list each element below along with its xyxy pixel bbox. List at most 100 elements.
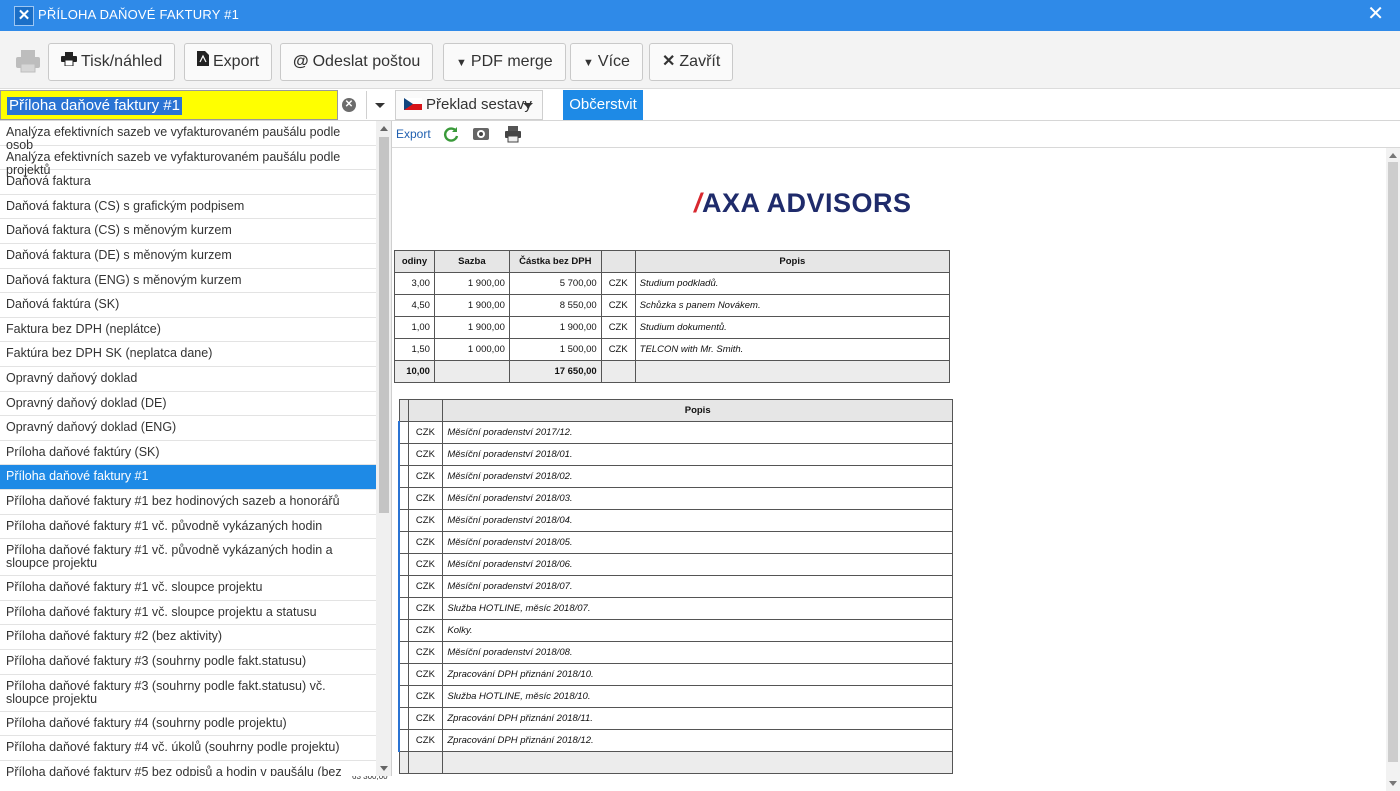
report-list-item[interactable]: Opravný daňový doklad (DE) — [0, 392, 376, 417]
table-cell: 1 900,00 — [433, 272, 510, 295]
refresh-icon[interactable] — [442, 125, 460, 143]
close-icon: ✕ — [662, 53, 676, 70]
caret-down-icon: ▼ — [583, 57, 594, 69]
report-list-item[interactable]: Daňová faktúra (SK) — [0, 293, 376, 318]
report-export-link[interactable]: Export — [396, 127, 431, 141]
description-cell: Měsíční poradenství 2018/02. — [442, 465, 953, 488]
currency-cell: CZK — [407, 663, 444, 686]
row-marker — [398, 443, 409, 466]
column-header: odiny — [394, 250, 435, 273]
table-cell: Studium podkladů. — [634, 272, 951, 295]
total-cell: 17 650,00 — [508, 360, 602, 383]
report-list-item[interactable]: Příloha daňové faktury #1 vč. sloupce pr… — [0, 576, 376, 601]
table-row: CZK Měsíční poradenství 2018/06. — [398, 553, 953, 576]
description-cell: Měsíční poradenství 2018/05. — [442, 531, 953, 554]
printer-disabled-icon — [16, 50, 40, 73]
report-list-item[interactable]: Daňová faktura — [0, 170, 376, 195]
report-list-item[interactable]: Příloha daňové faktury #2 (bez aktivity) — [0, 625, 376, 650]
logo-slash: / — [694, 188, 703, 218]
report-list-item[interactable]: Příloha daňové faktury #1 bez hodinových… — [0, 490, 376, 515]
logo-text: AXA ADVISORS — [702, 188, 912, 218]
report-list-item[interactable]: Příloha daňové faktury #3 (souhrny podle… — [0, 650, 376, 675]
report-list-item[interactable]: Opravný daňový doklad — [0, 367, 376, 392]
report-list-item[interactable]: Příloha daňové faktury #5 bez odpisů a h… — [0, 761, 376, 776]
currency-cell: CZK — [407, 597, 444, 620]
report-list-item[interactable]: Příloha daňové faktury #1 — [0, 465, 376, 490]
table-cell: 1 900,00 — [433, 316, 510, 339]
report-list-item[interactable]: Faktura bez DPH (neplátce) — [0, 318, 376, 343]
pdf-merge-button[interactable]: ▼ PDF merge — [443, 43, 566, 81]
currency-cell: CZK — [407, 575, 444, 598]
total-cell — [442, 751, 953, 774]
currency-cell: CZK — [407, 465, 444, 488]
report-list-item[interactable]: Opravný daňový doklad (ENG) — [0, 416, 376, 441]
scrollbar-thumb[interactable] — [379, 137, 389, 513]
table-row: CZK Měsíční poradenství 2018/07. — [398, 575, 953, 598]
report-list-item[interactable]: Faktúra bez DPH SK (neplatca dane) — [0, 342, 376, 367]
window-title: PŘÍLOHA DAŇOVÉ FAKTURY #1 — [38, 7, 240, 22]
currency-cell: CZK — [407, 421, 444, 444]
report-list-item[interactable]: Daňová faktura (CS) s grafickým podpisem — [0, 195, 376, 220]
table-row: CZK Služba HOTLINE, měsíc 2018/07. — [398, 597, 953, 620]
send-email-button[interactable]: @ Odeslat poštou — [280, 43, 434, 81]
table-cell: 1,00 — [394, 316, 435, 339]
table-row: 3,00 1 900,00 5 700,00 CZK Studium podkladů. — [394, 272, 951, 295]
report-scrollbar[interactable] — [1386, 148, 1400, 791]
scroll-down-icon[interactable] — [1389, 781, 1397, 786]
currency-cell: CZK — [407, 707, 444, 730]
export-label: Export — [213, 53, 260, 70]
export-button[interactable]: Export — [184, 43, 273, 81]
currency-cell: CZK — [407, 487, 444, 510]
report-list-item[interactable]: Příloha daňové faktury #1 vč. sloupce pr… — [0, 601, 376, 626]
more-button[interactable]: ▼ Více — [570, 43, 643, 81]
report-list-item[interactable]: Daňová faktura (DE) s měnovým kurzem — [0, 244, 376, 269]
column-header: Popis — [442, 399, 953, 422]
refresh-button[interactable]: Občerstvit — [563, 90, 643, 120]
title-bar: ✕ PŘÍLOHA DAŇOVÉ FAKTURY #1 ✕ — [0, 0, 1400, 31]
table-row: CZK Měsíční poradenství 2018/03. — [398, 487, 953, 510]
close-window-icon[interactable]: ✕ — [1367, 4, 1384, 24]
report-list-item[interactable]: Příloha daňové faktury #1 vč. původně vy… — [0, 515, 376, 540]
table-cell: CZK — [600, 316, 636, 339]
description-cell: Zpracování DPH přiznání 2018/11. — [442, 707, 953, 730]
print-report-icon[interactable] — [504, 125, 522, 143]
report-list-item[interactable]: Analýza efektivních sazeb ve vyfakturova… — [0, 146, 376, 176]
caret-down-icon — [523, 103, 533, 108]
report-list-item[interactable]: Príloha daňové faktúry (SK) — [0, 441, 376, 466]
table-cell: 3,00 — [394, 272, 435, 295]
clear-selection-icon[interactable]: ✕ — [342, 98, 356, 112]
app-close-icon[interactable]: ✕ — [14, 6, 34, 26]
currency-cell: CZK — [407, 443, 444, 466]
report-select-input[interactable]: Příloha daňové faktury #1 — [0, 90, 338, 120]
scroll-up-icon[interactable] — [380, 126, 388, 131]
currency-cell: CZK — [407, 729, 444, 752]
table-cell: CZK — [600, 338, 636, 361]
report-list-item[interactable]: Daňová faktura (ENG) s měnovým kurzem — [0, 269, 376, 294]
row-marker — [398, 685, 409, 708]
caret-down-icon: ▼ — [456, 57, 467, 69]
table-cell: Schůzka s panem Novákem. — [634, 294, 951, 317]
close-label: Zavřít — [679, 53, 721, 70]
dropdown-toggle-icon[interactable] — [366, 91, 392, 119]
scroll-down-icon[interactable] — [380, 766, 388, 771]
currency-cell: CZK — [407, 509, 444, 532]
report-selector-row: Příloha daňové faktury #1 ✕ Překlad sest… — [0, 89, 1400, 121]
report-list-item[interactable]: Příloha daňové faktury #3 (souhrny podle… — [0, 675, 376, 712]
scroll-up-icon[interactable] — [1389, 153, 1397, 158]
report-list-item[interactable]: Daňová faktura (CS) s měnovým kurzem — [0, 219, 376, 244]
print-preview-button[interactable]: Tisk/náhled — [48, 43, 176, 81]
report-list-item[interactable]: Příloha daňové faktury #4 (souhrny podle… — [0, 712, 376, 737]
dropdown-scrollbar[interactable] — [376, 121, 391, 776]
report-list-item[interactable]: Analýza efektivních sazeb ve vyfakturova… — [0, 121, 376, 151]
table-row: CZK Měsíční poradenství 2018/05. — [398, 531, 953, 554]
email-report-icon[interactable] — [472, 125, 490, 143]
report-list-item[interactable]: Příloha daňové faktury #1 vč. původně vy… — [0, 539, 376, 577]
row-marker — [398, 597, 409, 620]
close-button[interactable]: ✕ Zavřít — [649, 43, 734, 81]
description-cell: Měsíční poradenství 2018/03. — [442, 487, 953, 510]
description-cell: Měsíční poradenství 2018/06. — [442, 553, 953, 576]
column-header — [600, 250, 636, 273]
report-language-dropdown[interactable]: Překlad sestavy — [395, 90, 543, 120]
scrollbar-thumb[interactable] — [1388, 162, 1398, 762]
report-list-item[interactable]: Příloha daňové faktury #4 vč. úkolů (sou… — [0, 736, 376, 761]
